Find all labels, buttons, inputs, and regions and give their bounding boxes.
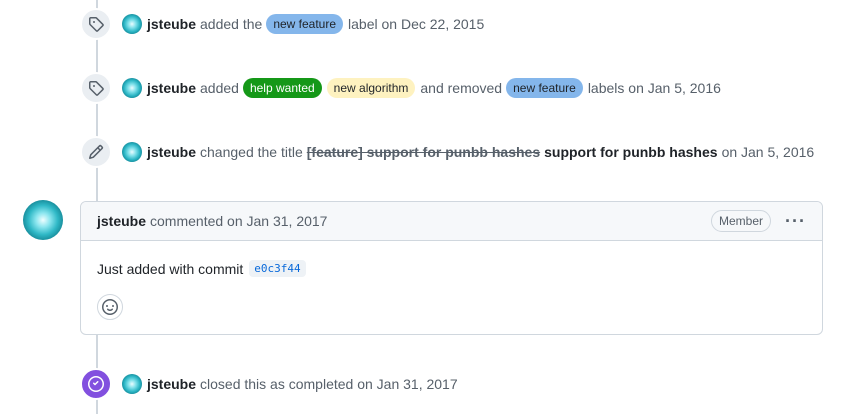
event-text: changed the title <box>200 144 303 160</box>
avatar[interactable] <box>122 78 142 98</box>
comment-box: jsteube commented on Jan 31, 2017 Member… <box>80 201 823 335</box>
smiley-icon <box>102 299 118 315</box>
event-closed: jsteube closed this as completed on Jan … <box>80 368 462 400</box>
event-labels-changed: jsteube added help wanted new algorithm … <box>80 72 725 104</box>
avatar[interactable] <box>122 14 142 34</box>
comment-timestamp[interactable]: commented on Jan 31, 2017 <box>150 213 327 229</box>
comment-author-link[interactable]: jsteube <box>97 213 146 229</box>
role-badge: Member <box>711 210 772 232</box>
add-reaction-button[interactable] <box>97 294 123 320</box>
event-title-changed: jsteube changed the title [feature] supp… <box>80 136 818 168</box>
label-new-feature[interactable]: new feature <box>266 14 344 34</box>
author-link[interactable]: jsteube <box>147 144 196 160</box>
event-text: added the <box>200 16 263 32</box>
label-new-algorithm[interactable]: new algorithm <box>326 78 416 98</box>
event-text: on Jan 5, 2016 <box>721 144 815 160</box>
check-circle-icon <box>80 368 112 400</box>
event-text: label on Dec 22, 2015 <box>348 16 485 32</box>
author-link[interactable]: jsteube <box>147 80 196 96</box>
label-help-wanted[interactable]: help wanted <box>242 78 322 98</box>
tag-icon <box>80 8 112 40</box>
comment-body-text: Just added with commit <box>97 260 244 277</box>
label-new-feature[interactable]: new feature <box>506 78 583 98</box>
author-link[interactable]: jsteube <box>147 376 196 392</box>
comment-body: Just added with commit e0c3f44 <box>97 260 306 277</box>
event-text: added <box>200 80 239 96</box>
old-title: [feature] support for punbb hashes <box>306 144 541 160</box>
event-label-added: jsteube added the new feature label on D… <box>80 8 488 40</box>
new-title: support for punbb hashes <box>544 144 718 160</box>
comment-header: jsteube commented on Jan 31, 2017 Member… <box>81 202 822 241</box>
event-text: labels on Jan 5, 2016 <box>587 80 721 96</box>
comment-avatar[interactable] <box>23 200 63 240</box>
pencil-icon <box>80 136 112 168</box>
kebab-menu-icon[interactable]: ··· <box>781 212 810 230</box>
author-link[interactable]: jsteube <box>147 16 196 32</box>
tag-icon <box>80 72 112 104</box>
commit-link[interactable]: e0c3f44 <box>249 260 306 277</box>
event-text: and removed <box>420 80 503 96</box>
avatar[interactable] <box>122 374 142 394</box>
event-text: closed this as completed on Jan 31, 2017 <box>200 376 458 392</box>
avatar[interactable] <box>122 142 142 162</box>
